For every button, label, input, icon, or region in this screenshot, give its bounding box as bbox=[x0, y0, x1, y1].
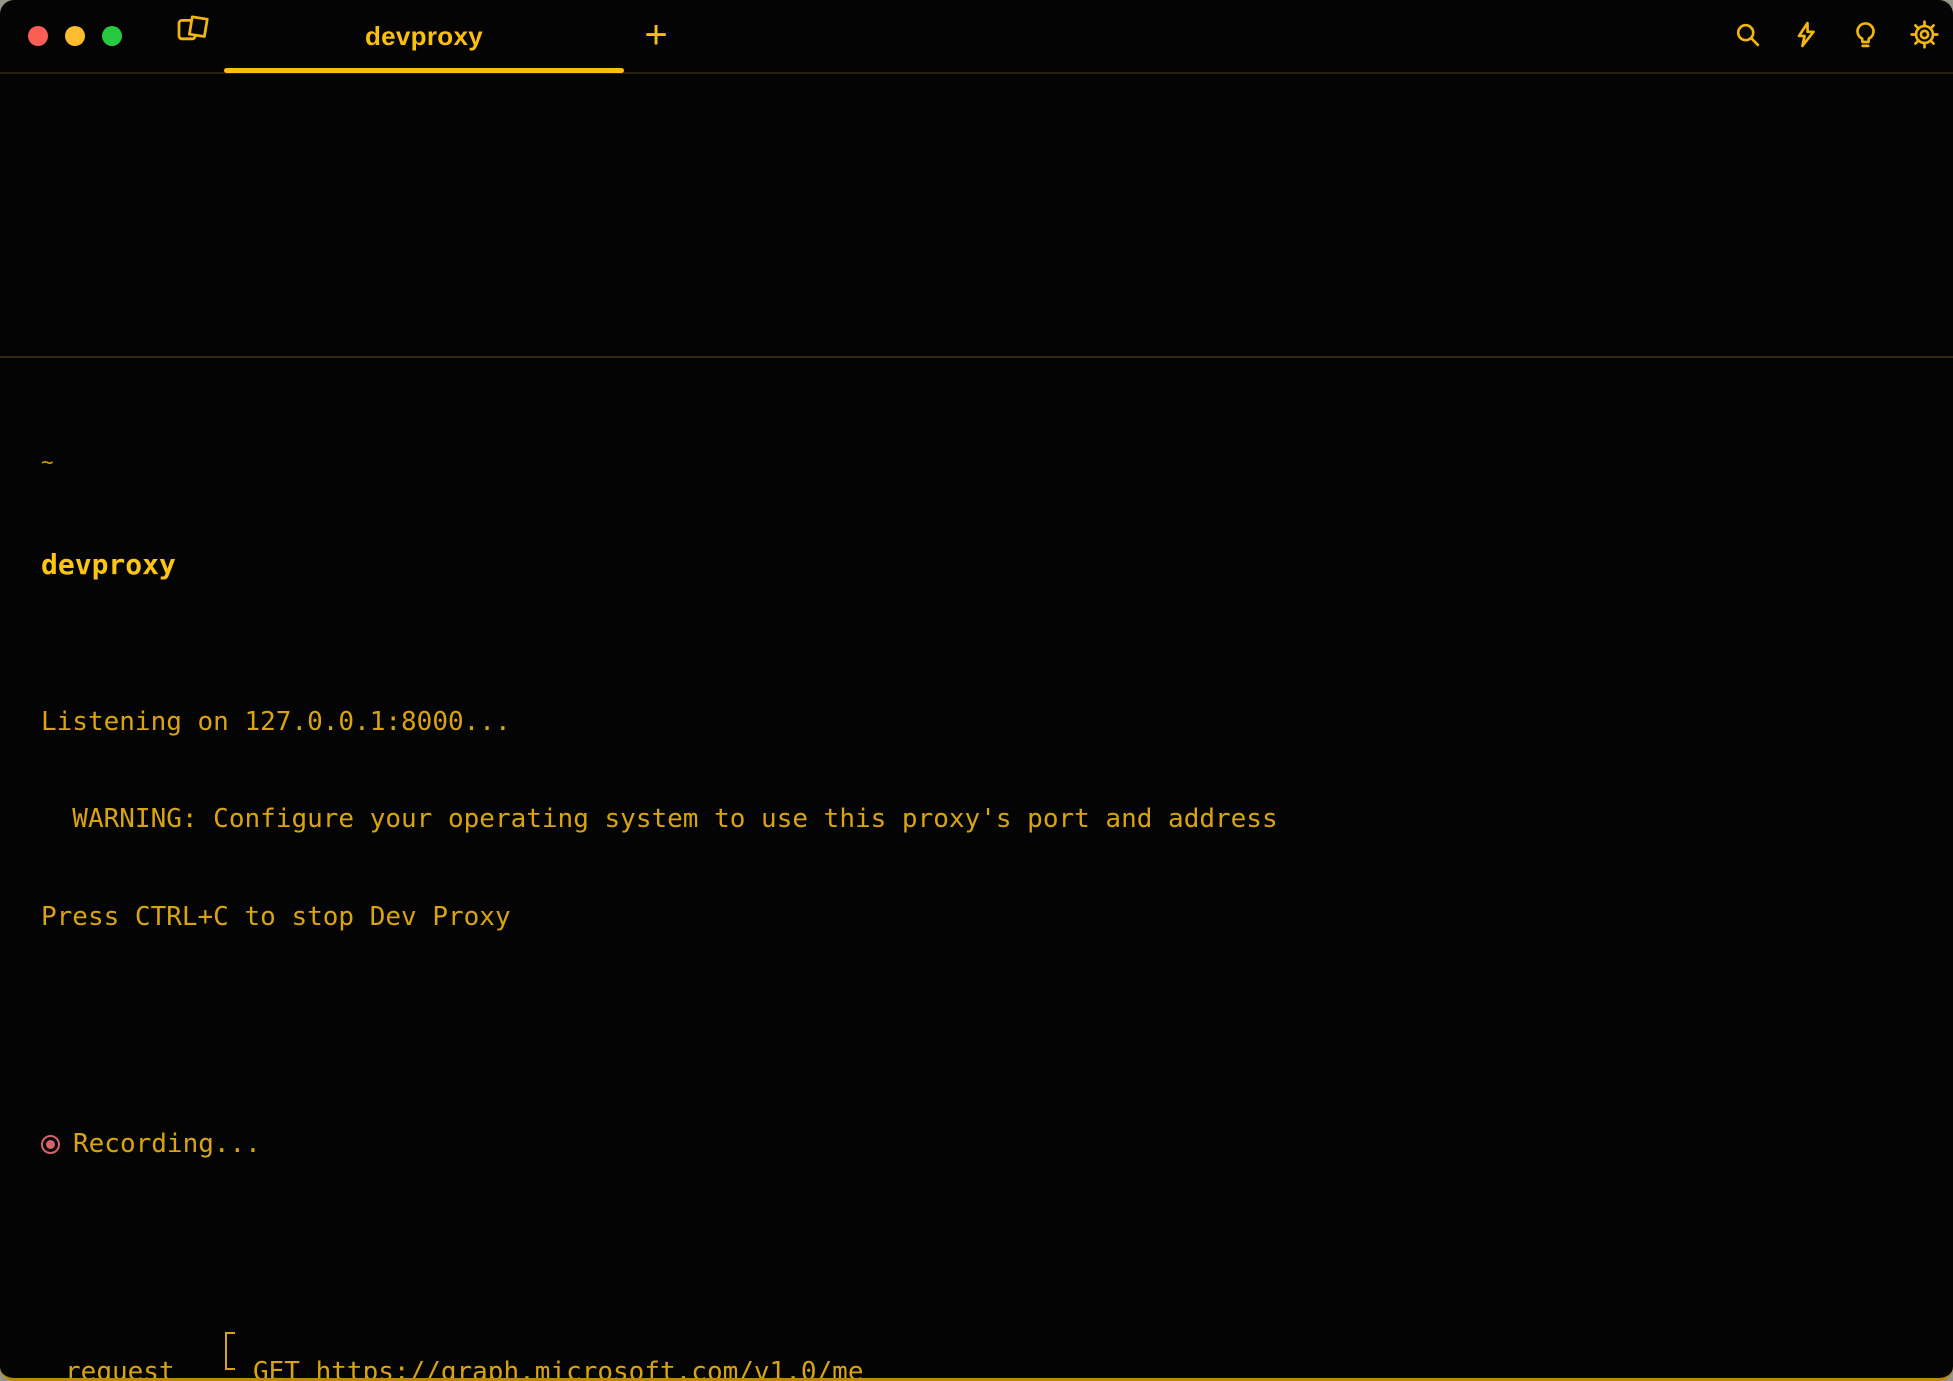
request-url: GET https://graph.microsoft.com/v1.0/me bbox=[253, 1356, 863, 1381]
panes-button[interactable] bbox=[174, 12, 214, 48]
lightbulb-icon bbox=[1851, 20, 1880, 52]
ai-suggestions-button[interactable] bbox=[1850, 21, 1880, 51]
bracket-glyph bbox=[225, 1332, 235, 1370]
prompt-path: ~ bbox=[41, 449, 1933, 477]
gear-icon bbox=[1910, 20, 1939, 52]
new-tab-button[interactable]: + bbox=[628, 0, 684, 70]
terminal-output[interactable]: ~ devproxy Listening on 127.0.0.1:8000..… bbox=[0, 358, 1953, 1381]
tab-title: devproxy bbox=[365, 21, 483, 52]
command-text: devproxy bbox=[41, 548, 1933, 584]
title-bar: devproxy + bbox=[0, 0, 1953, 74]
request-label: request bbox=[41, 1357, 175, 1381]
terminal-window: devproxy + bbox=[0, 0, 1953, 1381]
toolbar bbox=[1732, 0, 1939, 72]
recording-status-line: Recording... bbox=[41, 1128, 1933, 1161]
search-button[interactable] bbox=[1732, 21, 1762, 51]
request-line: request GET https://graph.microsoft.com/… bbox=[41, 1356, 1933, 1381]
tab-devproxy[interactable]: devproxy bbox=[224, 0, 624, 72]
previous-block bbox=[0, 74, 1953, 356]
listening-line: Listening on 127.0.0.1:8000... bbox=[41, 706, 1933, 739]
search-icon bbox=[1733, 20, 1762, 52]
lightning-icon bbox=[1792, 20, 1821, 52]
panes-icon bbox=[176, 14, 212, 47]
blank-line bbox=[41, 998, 1933, 1031]
record-icon bbox=[41, 1135, 60, 1154]
stop-hint-line: Press CTRL+C to stop Dev Proxy bbox=[41, 901, 1933, 934]
close-button[interactable] bbox=[28, 26, 48, 46]
zoom-button[interactable] bbox=[102, 26, 122, 46]
configure-warning-line: WARNING: Configure your operating system… bbox=[41, 803, 1933, 836]
active-tab-underline bbox=[224, 68, 624, 73]
request-block: request GET https://graph.microsoft.com/… bbox=[41, 1291, 1933, 1381]
minimize-button[interactable] bbox=[65, 26, 85, 46]
window-controls bbox=[28, 26, 122, 46]
recording-status-text: Recording... bbox=[73, 1129, 261, 1159]
workflows-button[interactable] bbox=[1791, 21, 1821, 51]
settings-button[interactable] bbox=[1909, 21, 1939, 51]
